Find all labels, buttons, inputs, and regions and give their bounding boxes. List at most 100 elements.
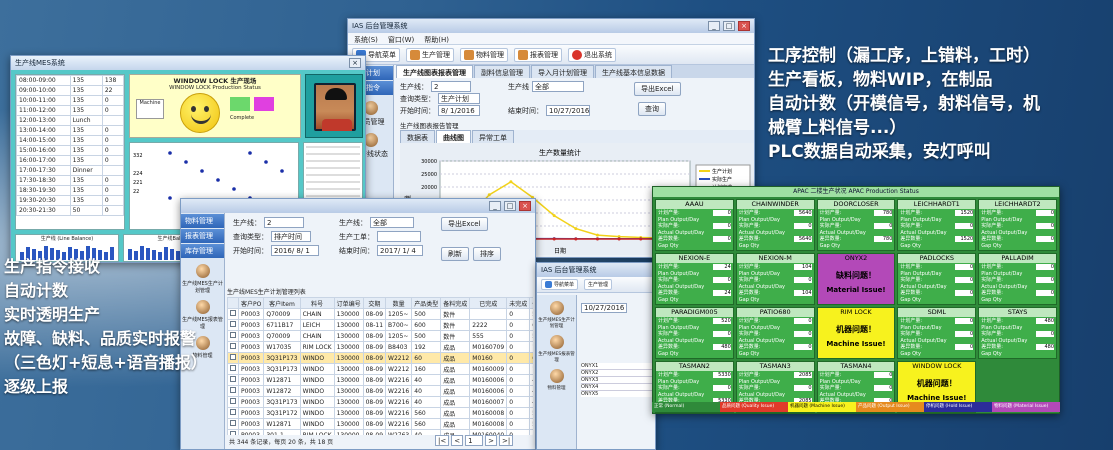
table-row[interactable]: P0003 Q70009 CHAIN 130000 08-09 1205~ 500 数件 555…: [227, 330, 533, 342]
column-header[interactable]: 客户PO: [237, 297, 265, 309]
tab-datatable[interactable]: 数据表: [400, 130, 435, 143]
row-checkbox[interactable]: [227, 385, 239, 397]
table-row[interactable]: P0003 W17035 RIM LOCK 130000 08-09 B8403 192 成品…: [227, 341, 533, 353]
maximize-button[interactable]: □: [723, 21, 735, 31]
menu-system[interactable]: 系统(S): [354, 35, 378, 44]
row-checkbox[interactable]: [227, 319, 239, 331]
pager-next-button[interactable]: >: [485, 435, 497, 446]
close-button[interactable]: ×: [738, 21, 750, 31]
small-prod-button[interactable]: 生产管理: [584, 279, 613, 290]
plan-refresh-button[interactable]: 刷新: [441, 247, 469, 261]
menu-help[interactable]: 帮助(H): [424, 35, 449, 44]
column-header[interactable]: 交期: [362, 297, 387, 309]
andon-cell[interactable]: PADLOCKS 计划产量: 0 Plan Output/Day 实际产量: 0 Actua…: [897, 253, 977, 305]
small-side-item-2[interactable]: 生产线MES报表管理: [537, 335, 576, 363]
row-checkbox[interactable]: [227, 429, 239, 435]
small-row[interactable]: ONYX1: [581, 363, 653, 370]
mes-close-button[interactable]: ×: [349, 58, 361, 68]
andon-cell[interactable]: NEXION-M 计划产量: 104 Plan Output/Day 实际产量: 0 Act…: [735, 253, 815, 305]
small-side-item-3[interactable]: 物料管理: [537, 369, 576, 391]
column-header[interactable]: 订单编号: [333, 297, 364, 309]
plan-minimize-button[interactable]: _: [489, 201, 501, 211]
column-header[interactable]: [227, 297, 239, 309]
andon-cell[interactable]: LEICHHARDT1 计划产量: 1520 Plan Output/Day 实际产量:…: [897, 199, 977, 251]
end-date-input[interactable]: 10/27/2016: [546, 105, 590, 116]
minimize-button[interactable]: _: [708, 21, 720, 31]
plan-start-input[interactable]: 2016/ 8/ 1: [271, 245, 319, 256]
query-button[interactable]: 查询: [638, 102, 666, 116]
row-checkbox[interactable]: [227, 363, 239, 375]
small-row[interactable]: ONYX5: [581, 391, 653, 397]
plan-sort-button[interactable]: 排序: [473, 247, 501, 261]
andon-cell[interactable]: ONYX2 缺料问题！ Material Issue!: [816, 253, 896, 305]
table-row[interactable]: P0003 3Q31P173 WINDO 130000 08-09 W2212 60 成品 M0…: [227, 352, 533, 364]
plan-worker-input[interactable]: [377, 231, 421, 242]
plan-query-select[interactable]: 排产时间: [271, 231, 311, 242]
column-header[interactable]: 已完成: [469, 297, 508, 309]
andon-cell[interactable]: STAYS 计划产量: 480 Plan Output/Day 实际产量: 0 Actual…: [978, 307, 1057, 359]
tab-line-data[interactable]: 生产线基本信息数据: [595, 65, 672, 78]
export-excel-button[interactable]: 导出Excel: [634, 82, 681, 96]
sidebar-item-report[interactable]: 报表管理: [181, 229, 224, 243]
tab-material-info[interactable]: 副料信息管理: [474, 65, 530, 78]
row-checkbox[interactable]: [227, 341, 239, 353]
column-header[interactable]: 数量: [385, 297, 413, 309]
menu-window[interactable]: 窗口(W): [388, 35, 414, 44]
pager-prev-button[interactable]: <: [451, 435, 464, 446]
table-row[interactable]: P0003 3Q31P172 WINDO 130000 08-09 W2216 560 成品 M…: [227, 407, 533, 419]
query-select[interactable]: 生产计划: [438, 93, 480, 104]
exit-button[interactable]: 退出系统: [568, 47, 616, 62]
pager-first-button[interactable]: |<: [435, 435, 450, 446]
column-header[interactable]: 备注: [529, 297, 533, 309]
sidebar-item-material[interactable]: 物料管理: [181, 214, 224, 228]
pager-last-button[interactable]: >|: [498, 435, 514, 446]
small-nav-button[interactable]: 导航菜单: [541, 279, 579, 290]
table-row[interactable]: P0003 6711B17 LEICH 130000 08-11 B700~ 600 数件 22…: [227, 319, 533, 331]
table-row[interactable]: P0003 3Q31P173 WINDO 130000 08-09 W2216 40 成品 M0…: [227, 396, 533, 408]
tab-chart-report[interactable]: 生产线图表报表管理: [396, 65, 473, 78]
small-row[interactable]: ONYX2: [581, 370, 653, 377]
start-date-input[interactable]: 8/ 1/2016: [438, 105, 480, 116]
column-header[interactable]: 未完成: [506, 297, 531, 309]
andon-cell[interactable]: PALLADIM 计划产量: 0 Plan Output/Day 实际产量: 0 Actua…: [978, 253, 1057, 305]
andon-cell[interactable]: LEICHHARDT2 计划产量: 0 Plan Output/Day 实际产量: 0 Ac…: [978, 199, 1057, 251]
andon-cell[interactable]: DOORCLOSER 计划产量: 780 Plan Output/Day 实际产量: 0 A…: [816, 199, 896, 251]
andon-cell[interactable]: PATIO680 计划产量: 0 Plan Output/Day 实际产量: 0 Actua…: [735, 307, 815, 359]
pager-page-input[interactable]: 1: [465, 435, 484, 446]
andon-cell[interactable]: PARADIGM005 计划产量: 520 Plan Output/Day 实际产量: 0…: [655, 307, 734, 359]
andon-cell[interactable]: RIM LOCK 机器问题！ Machine Issue!: [816, 307, 896, 359]
report-button[interactable]: 报表管理: [514, 47, 562, 62]
small-side-item-1[interactable]: 生产线MES生产计划管理: [537, 301, 576, 329]
small-date-input[interactable]: 10/27/2016: [581, 303, 628, 313]
small-row[interactable]: ONYX3: [581, 377, 653, 384]
andon-cell[interactable]: SDML 计划产量: 0 Plan Output/Day 实际产量: 0 Actual Ou…: [897, 307, 977, 359]
plan-maximize-button[interactable]: □: [504, 201, 516, 211]
plan-export-button[interactable]: 导出Excel: [441, 217, 488, 231]
table-row[interactable]: P0003 W12872 WINDO 130000 08-09 W2216 40 成品 M016…: [227, 385, 533, 397]
column-header[interactable]: 客户Item: [263, 297, 301, 309]
material-button[interactable]: 物料管理: [460, 47, 508, 62]
column-header[interactable]: 产品类型: [411, 297, 442, 309]
row-checkbox[interactable]: [227, 374, 239, 386]
table-row[interactable]: P0003Q70009CHAIN13000008-091205~500数件050…: [227, 308, 533, 320]
tab-linechart[interactable]: 曲线图: [436, 130, 471, 143]
column-header[interactable]: 备料完成: [440, 297, 471, 309]
plan-end-input[interactable]: 2017/ 1/ 4: [377, 245, 423, 256]
plan-close-button[interactable]: ×: [519, 201, 531, 211]
row-checkbox[interactable]: [227, 308, 239, 320]
row-checkbox[interactable]: [227, 396, 239, 408]
column-header[interactable]: 料号: [299, 297, 335, 309]
table-row[interactable]: P0003 3Q31P173 WINDO 130000 08-09 W2212 160 成品 M…: [227, 363, 533, 375]
tab-exception[interactable]: 异常工单: [472, 130, 514, 143]
worker-select[interactable]: 全部: [532, 81, 584, 92]
row-checkbox[interactable]: [227, 352, 239, 364]
row-checkbox[interactable]: [227, 330, 239, 342]
table-row[interactable]: P0003 W12871 WINDO 130000 08-09 W2216 40 成品 M016…: [227, 374, 533, 386]
andon-cell[interactable]: AAAU 计划产量: 0 Plan Output/Day 实际产量: 0 Actual Ou…: [655, 199, 734, 251]
production-button[interactable]: 生产管理: [406, 47, 454, 62]
andon-cell[interactable]: NEXION-E 计划产量: 24 Plan Output/Day 实际产量: 0 Actu…: [655, 253, 734, 305]
tab-import-plan[interactable]: 导入月计划管理: [531, 65, 594, 78]
table-row[interactable]: P0003 W12871 WINDO 130000 08-09 W2216 560 成品 M01…: [227, 418, 533, 430]
plan-ws-select[interactable]: 全部: [370, 217, 414, 228]
andon-cell[interactable]: CHAINWINDER 计划产量: 5640 Plan Output/Day 实际产量:…: [735, 199, 815, 251]
